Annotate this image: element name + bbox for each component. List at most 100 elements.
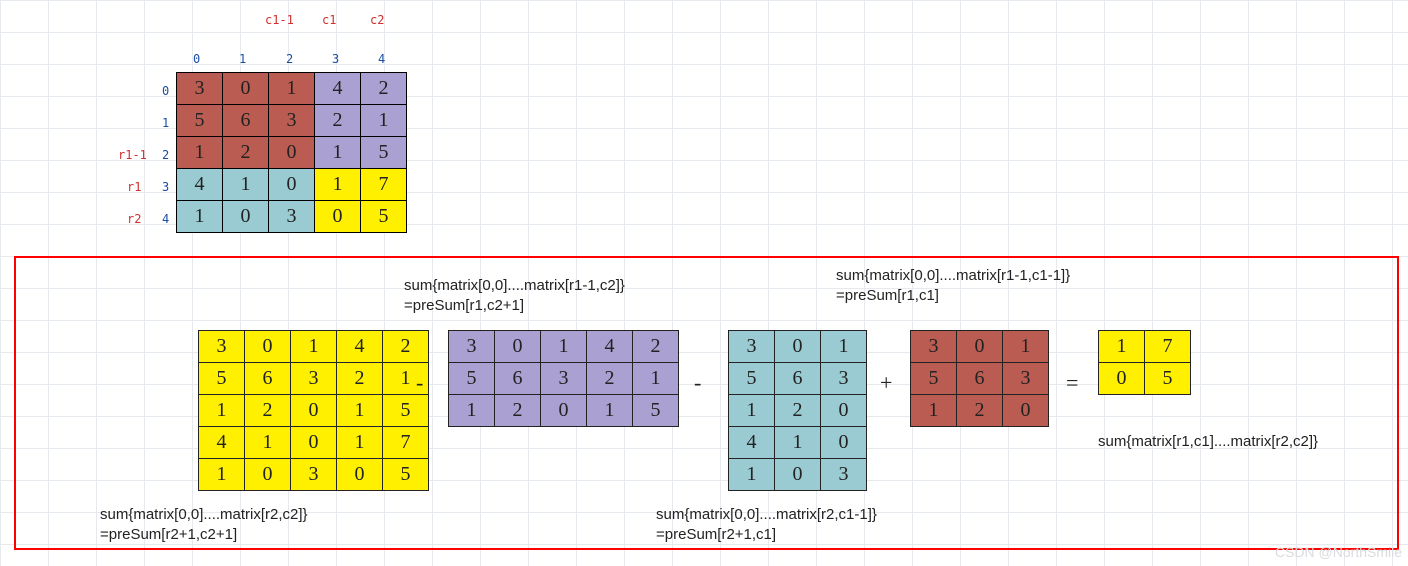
cell: 0 bbox=[775, 459, 821, 491]
cell: 2 bbox=[245, 395, 291, 427]
cell: 0 bbox=[541, 395, 587, 427]
cell: 3 bbox=[821, 459, 867, 491]
cell: 0 bbox=[775, 331, 821, 363]
col-idx-2: 2 bbox=[286, 52, 293, 66]
cell: 3 bbox=[821, 363, 867, 395]
cell: 1 bbox=[1099, 331, 1145, 363]
matrix-A: 3 0 1 4 2 5 6 3 2 1 1 2 0 1 5 4 1 0 1 7 … bbox=[198, 330, 429, 491]
row-label-r1: r1 bbox=[127, 180, 141, 194]
cell: 5 bbox=[361, 137, 407, 169]
cell: 0 bbox=[245, 331, 291, 363]
cell: 1 bbox=[911, 395, 957, 427]
row-idx-3: 3 bbox=[162, 180, 169, 194]
cell: 3 bbox=[729, 331, 775, 363]
row-idx-4: 4 bbox=[162, 212, 169, 226]
row-idx-0: 0 bbox=[162, 84, 169, 98]
cell: 4 bbox=[587, 331, 633, 363]
col-label-c1: c1 bbox=[322, 13, 336, 27]
row-label-r1m1: r1-1 bbox=[118, 148, 147, 162]
cell: 2 bbox=[337, 363, 383, 395]
cell: 1 bbox=[361, 105, 407, 137]
cell: 7 bbox=[1145, 331, 1191, 363]
cell: 0 bbox=[337, 459, 383, 491]
cell: 1 bbox=[1003, 331, 1049, 363]
label-C: sum{matrix[0,0]....matrix[r2,c1-1]} =pre… bbox=[656, 505, 877, 544]
cell: 0 bbox=[223, 201, 269, 233]
matrix-B: 3 0 1 4 2 5 6 3 2 1 1 2 0 1 5 bbox=[448, 330, 679, 427]
cell: 4 bbox=[337, 331, 383, 363]
cell: 5 bbox=[911, 363, 957, 395]
cell: 1 bbox=[587, 395, 633, 427]
cell: 1 bbox=[223, 169, 269, 201]
cell: 1 bbox=[775, 427, 821, 459]
operator-plus: + bbox=[880, 370, 892, 396]
cell: 1 bbox=[199, 459, 245, 491]
cell: 1 bbox=[337, 395, 383, 427]
cell: 4 bbox=[199, 427, 245, 459]
cell: 0 bbox=[245, 459, 291, 491]
cell: 0 bbox=[223, 73, 269, 105]
cell: 1 bbox=[337, 427, 383, 459]
cell: 5 bbox=[449, 363, 495, 395]
cell: 2 bbox=[957, 395, 1003, 427]
cell: 5 bbox=[383, 395, 429, 427]
cell: 3 bbox=[449, 331, 495, 363]
operator-equals: = bbox=[1066, 370, 1078, 396]
cell: 0 bbox=[957, 331, 1003, 363]
cell: 1 bbox=[315, 137, 361, 169]
cell: 6 bbox=[223, 105, 269, 137]
cell: 0 bbox=[269, 137, 315, 169]
cell: 0 bbox=[291, 427, 337, 459]
col-idx-1: 1 bbox=[239, 52, 246, 66]
cell: 1 bbox=[821, 331, 867, 363]
cell: 2 bbox=[223, 137, 269, 169]
cell: 1 bbox=[291, 331, 337, 363]
col-label-c2: c2 bbox=[370, 13, 384, 27]
col-idx-4: 4 bbox=[378, 52, 385, 66]
operator-minus-1: - bbox=[416, 370, 423, 396]
cell: 1 bbox=[177, 137, 223, 169]
cell: 1 bbox=[541, 331, 587, 363]
cell: 5 bbox=[199, 363, 245, 395]
label-B: sum{matrix[0,0]....matrix[r1-1,c2]} =pre… bbox=[404, 276, 625, 315]
cell: 3 bbox=[291, 459, 337, 491]
matrix-C: 3 0 1 5 6 3 1 2 0 4 1 0 1 0 3 bbox=[728, 330, 867, 491]
cell: 0 bbox=[1003, 395, 1049, 427]
cell: 0 bbox=[821, 427, 867, 459]
cell: 2 bbox=[315, 105, 361, 137]
cell: 2 bbox=[587, 363, 633, 395]
cell: 2 bbox=[383, 331, 429, 363]
cell: 3 bbox=[911, 331, 957, 363]
cell: 6 bbox=[495, 363, 541, 395]
cell: 3 bbox=[177, 73, 223, 105]
cell: 6 bbox=[957, 363, 1003, 395]
cell: 5 bbox=[1145, 363, 1191, 395]
cell: 2 bbox=[633, 331, 679, 363]
cell: 0 bbox=[269, 169, 315, 201]
cell: 1 bbox=[729, 395, 775, 427]
cell: 5 bbox=[361, 201, 407, 233]
cell: 5 bbox=[383, 459, 429, 491]
cell: 3 bbox=[541, 363, 587, 395]
cell: 3 bbox=[269, 201, 315, 233]
col-idx-0: 0 bbox=[193, 52, 200, 66]
cell: 1 bbox=[633, 363, 679, 395]
cell: 0 bbox=[291, 395, 337, 427]
cell: 1 bbox=[315, 169, 361, 201]
cell: 4 bbox=[177, 169, 223, 201]
cell: 1 bbox=[269, 73, 315, 105]
cell: 1 bbox=[729, 459, 775, 491]
operator-minus-2: - bbox=[694, 370, 701, 396]
cell: 0 bbox=[821, 395, 867, 427]
cell: 3 bbox=[1003, 363, 1049, 395]
col-label-c1m1: c1-1 bbox=[265, 13, 294, 27]
row-idx-1: 1 bbox=[162, 116, 169, 130]
cell: 6 bbox=[245, 363, 291, 395]
cell: 1 bbox=[199, 395, 245, 427]
row-idx-2: 2 bbox=[162, 148, 169, 162]
cell: 0 bbox=[1099, 363, 1145, 395]
cell: 7 bbox=[383, 427, 429, 459]
cell: 6 bbox=[775, 363, 821, 395]
cell: 0 bbox=[495, 331, 541, 363]
cell: 7 bbox=[361, 169, 407, 201]
